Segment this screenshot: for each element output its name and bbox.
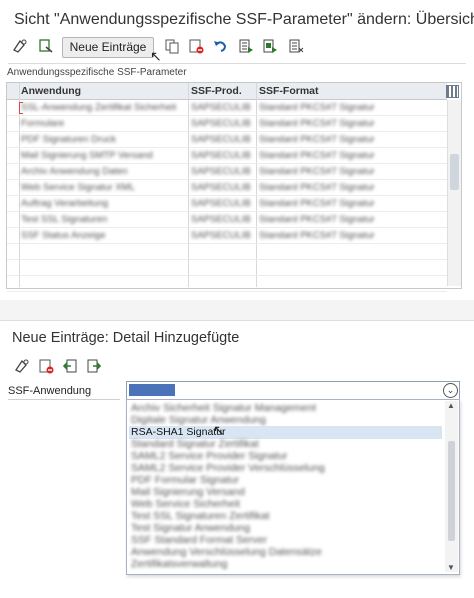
dropdown-item-label: SSF Standard Format Server (131, 534, 267, 546)
table-cell: Standard PKCS#7 Signatur (259, 198, 375, 209)
selected-value-highlight (129, 384, 175, 396)
overview-screen: Sicht "Anwendungsspezifische SSF-Paramet… (0, 0, 474, 292)
table-row[interactable]: Test SSL Signaturen SAPSECULIB Standard PK… (7, 212, 447, 228)
parameters-table: Anwendung SSF-Prod. SSF-Format SSL-Anwen… (6, 82, 462, 292)
table-cell: Archiv Anwendung Daten (21, 166, 128, 177)
table-cell: Standard PKCS#7 Signatur (259, 134, 375, 145)
next-entry-icon[interactable] (86, 358, 102, 374)
scrollbar-thumb[interactable] (448, 441, 455, 541)
table-row[interactable]: SSL-Anwendung Zertifikat Sicherheit SAPSE… (7, 100, 447, 116)
dropdown-item-label: Mail Signierung Versand (131, 486, 245, 498)
empty-table-row[interactable] (7, 276, 447, 292)
copy-icon[interactable] (164, 38, 180, 54)
table-cell: SAPSECULIB (191, 230, 251, 241)
delete-icon[interactable] (188, 38, 204, 54)
select-all-icon[interactable] (238, 38, 254, 54)
table-cell: Formulare (21, 118, 65, 129)
table-cell: SAPSECULIB (191, 134, 251, 145)
table-cell: Standard PKCS#7 Signatur (259, 102, 375, 113)
ssf-anwendung-select[interactable]: ⌄ (126, 381, 460, 400)
chevron-down-icon[interactable]: ⌄ (443, 383, 458, 398)
table-cell: Standard PKCS#7 Signatur (259, 166, 375, 177)
table-cell: SAPSECULIB (191, 182, 251, 193)
table-row[interactable]: SSF Status Anzeige SAPSECULIB Standard PKC… (7, 228, 447, 244)
table-cell: Test SSL Signaturen (21, 214, 108, 225)
previous-entry-icon[interactable] (62, 358, 78, 374)
deselect-all-icon[interactable] (288, 38, 304, 54)
dropdown-item-label: Web Service Sicherheit (131, 498, 240, 510)
dropdown-item-label: SAML2 Service Provider Signatur (131, 450, 288, 462)
table-cell: Standard PKCS#7 Signatur (259, 214, 375, 225)
table-body: SSL-Anwendung Zertifikat Sicherheit SAPSE… (7, 100, 447, 292)
table-row[interactable]: Web Service Signatur XML SAPSECULIB Standa… (7, 180, 447, 196)
dropdown-item-label: Zertifikatsverwaltung (131, 558, 228, 570)
toolbar: Neue Einträge ↖ (0, 34, 474, 64)
table-cell: SAPSECULIB (191, 150, 251, 161)
table-cell: SAPSECULIB (191, 214, 251, 225)
table-header: Anwendung SSF-Prod. SSF-Format (7, 83, 447, 100)
new-entries-button[interactable]: Neue Einträge (62, 37, 154, 58)
table-cell: Standard PKCS#7 Signatur (259, 230, 375, 241)
table-cell: Web Service Signatur XML (21, 182, 135, 193)
table-cell: Standard PKCS#7 Signatur (259, 182, 375, 193)
dropdown-item-label: PDF Formular Signatur (131, 474, 239, 486)
column-header-ssf-format[interactable]: SSF-Format (259, 85, 319, 97)
dropdown-item-label: SAML2 Service Provider Verschlüsselung (131, 462, 325, 474)
dropdown-item-label: Standard Signatur Zertifikat (131, 438, 259, 450)
mouse-cursor-icon: ↖ (213, 422, 225, 438)
table-cell: SAPSECULIB (191, 118, 251, 129)
dropdown-list: Archiv Sicherheit Signatur Management Dig… (126, 399, 460, 575)
display-change-icon[interactable] (14, 358, 30, 374)
table-row[interactable]: Mail Signierung SMTP Versand SAPSECULIB St… (7, 148, 447, 164)
detail-title: Neue Einträge: Detail Hinzugefügte (12, 330, 240, 346)
table-row[interactable]: PDF Signaturen Druck SAPSECULIB Standard P… (7, 132, 447, 148)
ssf-anwendung-label: SSF-Anwendung (8, 385, 92, 397)
dropdown-scrollbar[interactable]: ▲ ▼ (445, 401, 458, 572)
dropdown-item-label: Archiv Sicherheit Signatur Management (131, 402, 317, 414)
dropdown-item-label: RSA-SHA1 Signatur (131, 426, 226, 438)
dropdown-item-label: Test SSL Signaturen Zertifikat (131, 510, 270, 522)
other-view-icon[interactable] (38, 38, 54, 54)
delete-icon[interactable] (38, 358, 54, 374)
table-settings-icon[interactable] (446, 85, 459, 98)
table-cell: SSL-Anwendung Zertifikat Sicherheit (21, 102, 177, 113)
dropdown-item[interactable]: Zertifikatsverwaltung (129, 558, 442, 571)
column-header-ssf-prod[interactable]: SSF-Prod. (191, 85, 242, 97)
table-row[interactable]: Archiv Anwendung Daten SAPSECULIB Standard… (7, 164, 447, 180)
table-cell: Auftrag Verarbeitung (21, 198, 109, 209)
detail-toolbar (0, 354, 200, 376)
focus-marker (19, 102, 23, 114)
system-toolbar-strip (0, 300, 474, 321)
empty-table-row[interactable] (7, 260, 447, 276)
dropdown-item-label: Test Signatur Anwendung (131, 522, 251, 534)
table-cell: Standard PKCS#7 Signatur (259, 150, 375, 161)
display-change-icon[interactable] (12, 38, 28, 54)
table-cell: SAPSECULIB (191, 198, 251, 209)
undo-icon[interactable] (212, 38, 228, 54)
table-row[interactable]: Auftrag Verarbeitung SAPSECULIB Standard P… (7, 196, 447, 212)
table-row[interactable]: Formulare SAPSECULIB Standard PKCS#7 Signa… (7, 116, 447, 132)
divider (8, 63, 466, 64)
table-cell: SAPSECULIB (191, 102, 251, 113)
page-title: Sicht "Anwendungsspezifische SSF-Paramet… (14, 11, 474, 28)
dropdown-item-label: Digitale Signatur Anwendung (131, 414, 266, 426)
table-cell: SAPSECULIB (191, 166, 251, 177)
table-scrollbar[interactable] (447, 100, 461, 286)
table-group-label: Anwendungsspezifische SSF-Parameter (7, 67, 187, 78)
column-header-anwendung[interactable]: Anwendung (21, 85, 81, 97)
scrollbar-thumb[interactable] (450, 154, 459, 190)
table-cell: SSF Status Anzeige (21, 230, 106, 241)
table-cell: Standard PKCS#7 Signatur (259, 118, 375, 129)
empty-table-row[interactable] (7, 244, 447, 260)
select-block-icon[interactable] (262, 38, 278, 54)
table-cell: Mail Signierung SMTP Versand (21, 150, 153, 161)
dropdown-item-label: Anwendung Verschlüsselung Datensätze (131, 546, 322, 558)
table-cell: PDF Signaturen Druck (21, 134, 117, 145)
